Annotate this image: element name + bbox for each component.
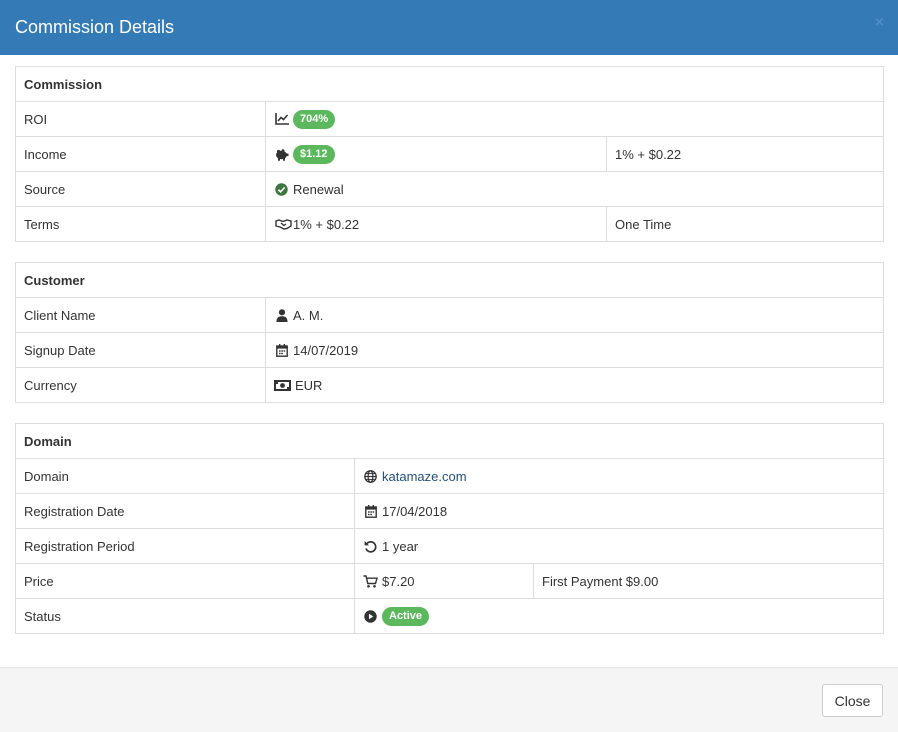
income-extra: 1% + $0.22 xyxy=(606,136,884,172)
close-icon[interactable]: × xyxy=(875,15,884,31)
income-label: Income xyxy=(15,136,266,172)
price-label: Price xyxy=(15,563,355,599)
cart-icon xyxy=(363,574,378,588)
user-icon xyxy=(274,308,289,322)
client-name-value: A. M. xyxy=(293,307,324,323)
table-row: Income $1.12 1% + $0.22 xyxy=(15,136,884,172)
registration-date-label: Registration Date xyxy=(15,493,355,529)
domain-label: Domain xyxy=(15,458,355,494)
modal-footer: Close xyxy=(0,667,898,732)
income-badge: $1.12 xyxy=(293,144,335,164)
signup-date-value: 14/07/2019 xyxy=(293,342,359,358)
undo-icon xyxy=(363,539,378,553)
terms-value: 1% + $0.22 xyxy=(293,216,360,232)
source-value: Renewal xyxy=(293,181,344,197)
roi-label: ROI xyxy=(15,101,266,137)
money-bill-icon xyxy=(274,378,291,392)
table-row: ROI 704% xyxy=(15,101,884,137)
table-row: Terms 1% + $0.22 One Time xyxy=(15,206,884,242)
table-row: Source Renewal xyxy=(15,171,884,207)
close-button[interactable]: Close xyxy=(822,684,883,717)
table-row: Registration Period 1 year xyxy=(15,528,885,564)
table-row: Client Name A. M. xyxy=(15,297,884,333)
table-row: Signup Date 14/07/2019 xyxy=(15,332,884,368)
source-label: Source xyxy=(15,171,266,207)
terms-label: Terms xyxy=(15,206,266,242)
modal-header: Commission Details × xyxy=(0,0,898,55)
roi-badge: 704% xyxy=(293,109,336,129)
globe-icon xyxy=(363,469,378,483)
status-badge: Active xyxy=(382,606,430,626)
table-row: Registration Date 17/04/2018 xyxy=(15,493,885,529)
calendar-icon xyxy=(274,343,289,357)
signup-date-label: Signup Date xyxy=(15,332,266,368)
registration-period-value: 1 year xyxy=(382,538,419,554)
commission-table: Commission ROI 704% Income $1.12 1% + $0… xyxy=(15,66,884,242)
play-circle-icon xyxy=(363,609,378,623)
status-label: Status xyxy=(15,598,355,634)
calendar-icon xyxy=(363,504,378,518)
customer-table: Customer Client Name A. M. Signup Date 1… xyxy=(15,262,884,403)
commission-heading: Commission xyxy=(15,66,884,102)
price-value: $7.20 xyxy=(382,573,415,589)
table-row: Status Active xyxy=(15,598,885,634)
table-row: Price $7.20 First Payment $9.00 xyxy=(15,563,885,599)
modal-title: Commission Details xyxy=(15,16,175,37)
domain-link[interactable]: katamaze.com xyxy=(382,469,467,484)
client-name-label: Client Name xyxy=(15,297,266,333)
domain-heading: Domain xyxy=(14,423,885,459)
price-extra: First Payment $9.00 xyxy=(532,563,885,599)
table-row: Currency EUR xyxy=(15,367,884,403)
piggy-bank-icon xyxy=(274,147,289,161)
registration-period-label: Registration Period xyxy=(15,528,355,564)
domain-table: Domain Domain katamaze.com Registration … xyxy=(14,423,885,634)
currency-label: Currency xyxy=(15,367,266,403)
terms-extra: One Time xyxy=(606,206,884,242)
currency-value: EUR xyxy=(295,377,323,393)
handshake-icon xyxy=(274,217,292,231)
chart-line-icon xyxy=(274,112,289,126)
check-circle-icon xyxy=(274,182,289,196)
table-row: Domain katamaze.com xyxy=(15,458,885,494)
registration-date-value: 17/04/2018 xyxy=(382,503,448,519)
customer-heading: Customer xyxy=(15,262,884,298)
modal-body: Commission ROI 704% Income $1.12 1% + $0… xyxy=(0,55,898,634)
commission-details-modal: Commission Details × Commission ROI 704% xyxy=(0,0,898,732)
